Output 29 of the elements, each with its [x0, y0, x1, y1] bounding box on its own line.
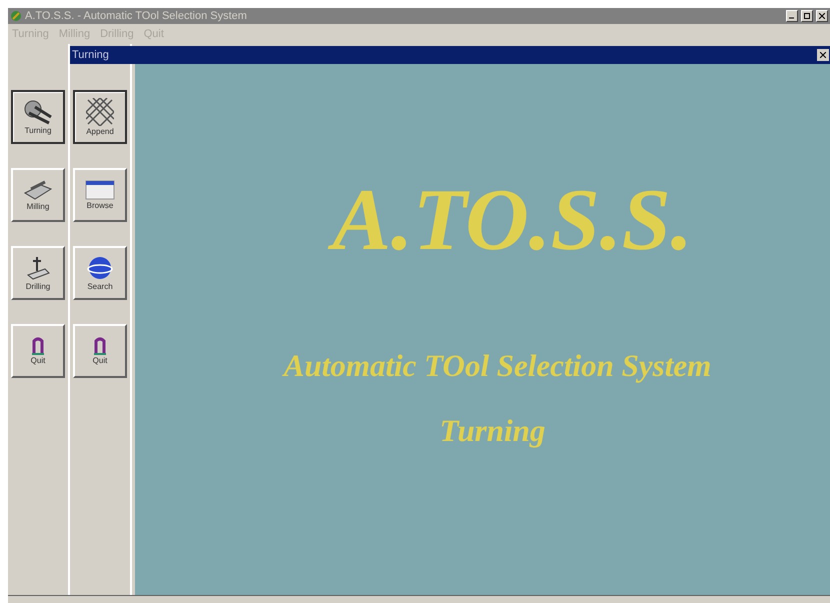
grid-icon	[86, 98, 114, 126]
close-icon	[820, 52, 826, 58]
maximize-icon	[804, 13, 810, 19]
child-window-title: Turning	[72, 48, 109, 63]
globe-icon	[87, 255, 113, 281]
toolbar-button[interactable]: Browse	[73, 168, 127, 222]
close-icon	[819, 13, 825, 19]
mill-icon	[23, 179, 53, 201]
toolbar-button[interactable]: Quit	[73, 324, 127, 378]
door-icon	[93, 337, 107, 355]
window-title: A.TO.S.S. - Automatic TOol Selection System	[25, 10, 248, 22]
toolbar-button[interactable]: Quit	[11, 324, 65, 378]
toolbar-button[interactable]: Milling	[11, 168, 65, 222]
lathe-icon	[23, 99, 53, 125]
toolbar-button[interactable]: Append	[73, 90, 127, 144]
maximize-button[interactable]	[801, 10, 813, 22]
toolbar-button[interactable]: Search	[73, 246, 127, 300]
subtitle-text: Automatic TOol Selection System	[284, 350, 712, 382]
app-icon	[10, 10, 22, 22]
module-text: Turning	[440, 415, 546, 446]
toolbar-button[interactable]: Turning	[11, 90, 65, 144]
close-button[interactable]	[816, 10, 828, 22]
logo-text: A.TO.S.S.	[316, 164, 709, 278]
toolbar-button[interactable]: Drilling	[11, 246, 65, 300]
table-icon	[85, 180, 115, 200]
minimize-button[interactable]	[786, 10, 798, 22]
drill-icon	[25, 255, 51, 281]
close-button[interactable]	[817, 49, 829, 61]
door-icon	[31, 337, 45, 355]
